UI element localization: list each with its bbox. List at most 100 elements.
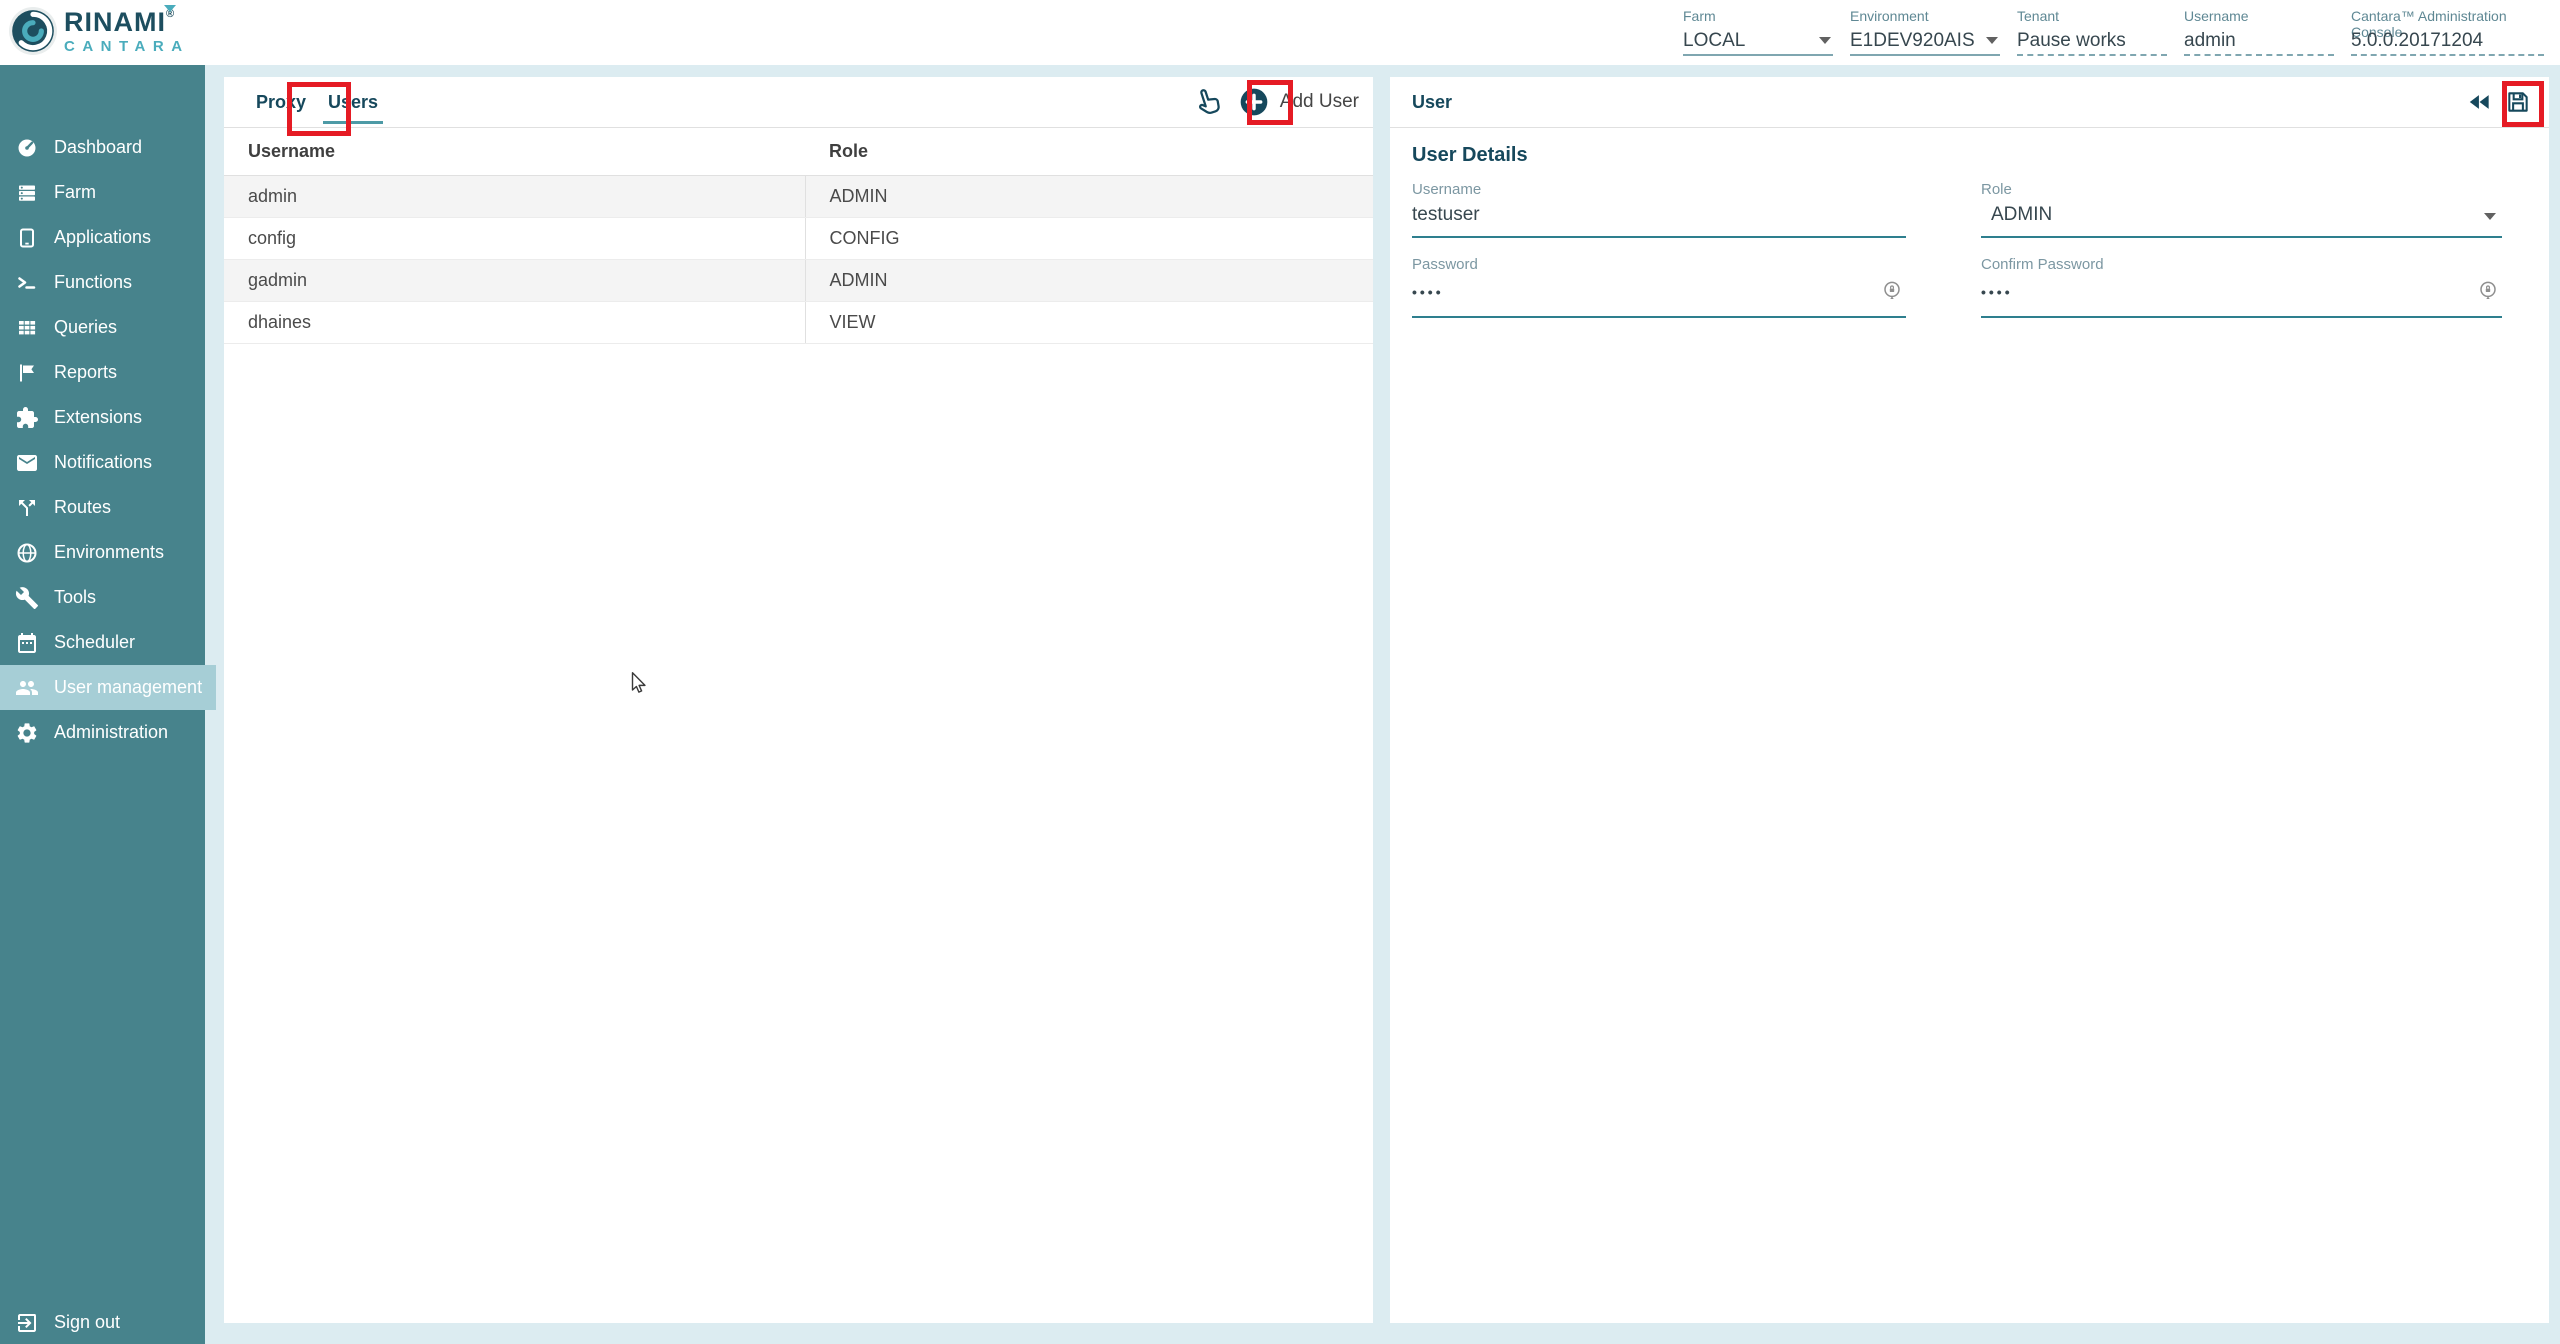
cell-role: ADMIN (805, 260, 1373, 302)
username-field-label: Username (1412, 181, 1906, 201)
rinami-logo-icon (8, 6, 58, 56)
terminal-icon (15, 271, 39, 295)
cell-role: VIEW (805, 302, 1373, 344)
hand-pointer-icon (1185, 81, 1228, 124)
environment-value: E1DEV920AIS (1850, 30, 1975, 52)
sidebar: Dashboard Farm Applications Functions Qu… (0, 65, 205, 1344)
sidebar-item-notifications[interactable]: Notifications (0, 440, 205, 485)
user-panel-title: User (1412, 92, 2465, 113)
password-generate-icon[interactable] (1880, 278, 1904, 302)
column-header-username: Username (224, 128, 805, 176)
table-header-row: Username Role (224, 128, 1373, 176)
tenant-value: Pause works (2017, 30, 2126, 52)
environment-header-fields: Farm LOCAL Environment E1DEV920AIS Tenan… (1683, 8, 2544, 56)
dashboard-gauge-icon (15, 136, 39, 160)
role-select-value[interactable]: ADMIN (1981, 201, 2502, 238)
sign-out-button[interactable]: Sign out (0, 1300, 205, 1344)
confirm-password-field-value[interactable]: •••• (1981, 276, 2502, 318)
tab-users[interactable]: Users (317, 77, 389, 127)
sidebar-item-applications[interactable]: Applications (0, 215, 205, 260)
cell-username: admin (224, 176, 805, 218)
username-field-value[interactable]: testuser (1412, 201, 1906, 238)
server-stack-icon (15, 181, 39, 205)
username-header-input[interactable]: Username admin (2184, 8, 2334, 56)
user-details-heading: User Details (1412, 144, 2527, 167)
call-split-icon (15, 496, 39, 520)
table-row[interactable]: gadmin ADMIN (224, 260, 1373, 302)
password-generate-icon[interactable] (2476, 278, 2500, 302)
confirm-password-field[interactable]: Confirm Password •••• (1981, 256, 2502, 318)
username-header-value: admin (2184, 30, 2236, 52)
farm-label: Farm (1683, 8, 1833, 27)
tenant-input[interactable]: Tenant Pause works (2017, 8, 2167, 56)
chevron-down-icon (1819, 37, 1831, 44)
farm-value: LOCAL (1683, 30, 1745, 52)
add-user-button[interactable] (1238, 86, 1270, 118)
role-select[interactable]: Role ADMIN (1981, 181, 2502, 238)
password-field-label: Password (1412, 256, 1906, 276)
gear-icon (15, 721, 39, 745)
table-row[interactable]: dhaines VIEW (224, 302, 1373, 344)
calendar-icon (15, 631, 39, 655)
users-list-panel: Proxy Users Add User Username Role (224, 77, 1373, 1323)
farm-select[interactable]: Farm LOCAL (1683, 8, 1833, 56)
username-header-label: Username (2184, 8, 2334, 27)
collapse-double-left-icon[interactable] (2465, 87, 2495, 117)
logo-primary-text: RINAMI® (64, 9, 190, 36)
password-field[interactable]: Password •••• (1412, 256, 1906, 318)
sidebar-item-dashboard[interactable]: Dashboard (0, 125, 205, 170)
table-row[interactable]: config CONFIG (224, 218, 1373, 260)
chevron-down-icon (1986, 37, 1998, 44)
sidebar-item-extensions[interactable]: Extensions (0, 395, 205, 440)
people-icon (15, 676, 39, 700)
wrench-icon (15, 586, 39, 610)
sidebar-item-scheduler[interactable]: Scheduler (0, 620, 205, 665)
logo-triangle-accent (164, 5, 176, 12)
console-version-label: Cantara™ Administration Console (2351, 8, 2544, 27)
user-detail-panel: User User Details Username testuser Role… (1390, 77, 2549, 1323)
sidebar-item-routes[interactable]: Routes (0, 485, 205, 530)
sidebar-item-environments[interactable]: Environments (0, 530, 205, 575)
tab-proxy[interactable]: Proxy (245, 77, 317, 127)
environment-label: Environment (1850, 8, 2000, 27)
confirm-password-field-label: Confirm Password (1981, 256, 2502, 276)
sidebar-item-functions[interactable]: Functions (0, 260, 205, 305)
console-version-value: 5.0.0.20171204 (2351, 30, 2483, 52)
role-select-label: Role (1981, 181, 2502, 201)
cell-username: config (224, 218, 805, 260)
grid-table-icon (15, 316, 39, 340)
flag-icon (15, 361, 39, 385)
chevron-down-icon (2484, 213, 2496, 220)
password-field-value[interactable]: •••• (1412, 276, 1906, 318)
sidebar-item-user-management[interactable]: User management (0, 665, 216, 710)
sidebar-item-farm[interactable]: Farm (0, 170, 205, 215)
add-user-label: Add User (1280, 91, 1359, 113)
users-table: Username Role admin ADMIN config CONFIG … (224, 128, 1373, 344)
logo-secondary-text: CANTARA (64, 39, 190, 54)
console-version-field: Cantara™ Administration Console 5.0.0.20… (2351, 8, 2544, 56)
user-panel-header: User (1390, 77, 2549, 128)
puzzle-icon (15, 406, 39, 430)
table-row[interactable]: admin ADMIN (224, 176, 1373, 218)
column-header-role: Role (805, 128, 1373, 176)
sidebar-item-reports[interactable]: Reports (0, 350, 205, 395)
cell-role: ADMIN (805, 176, 1373, 218)
cell-username: gadmin (224, 260, 805, 302)
rinami-cantara-logo: RINAMI® CANTARA (8, 6, 190, 56)
cell-username: dhaines (224, 302, 805, 344)
sidebar-item-administration[interactable]: Administration (0, 710, 205, 755)
tenant-label: Tenant (2017, 8, 2167, 27)
sidebar-item-tools[interactable]: Tools (0, 575, 205, 620)
environment-select[interactable]: Environment E1DEV920AIS (1850, 8, 2000, 56)
cell-role: CONFIG (805, 218, 1373, 260)
tablet-icon (15, 226, 39, 250)
sidebar-item-queries[interactable]: Queries (0, 305, 205, 350)
tab-bar: Proxy Users Add User (224, 77, 1373, 128)
user-details-form: Username testuser Role ADMIN Password ••… (1390, 167, 2549, 318)
top-bar: RINAMI® CANTARA Farm LOCAL Environment E… (0, 0, 2560, 65)
globe-icon (15, 541, 39, 565)
app-root: RINAMI® CANTARA Farm LOCAL Environment E… (0, 0, 2560, 1344)
save-icon[interactable] (2503, 87, 2533, 117)
envelope-icon (15, 451, 39, 475)
username-field[interactable]: Username testuser (1412, 181, 1906, 238)
